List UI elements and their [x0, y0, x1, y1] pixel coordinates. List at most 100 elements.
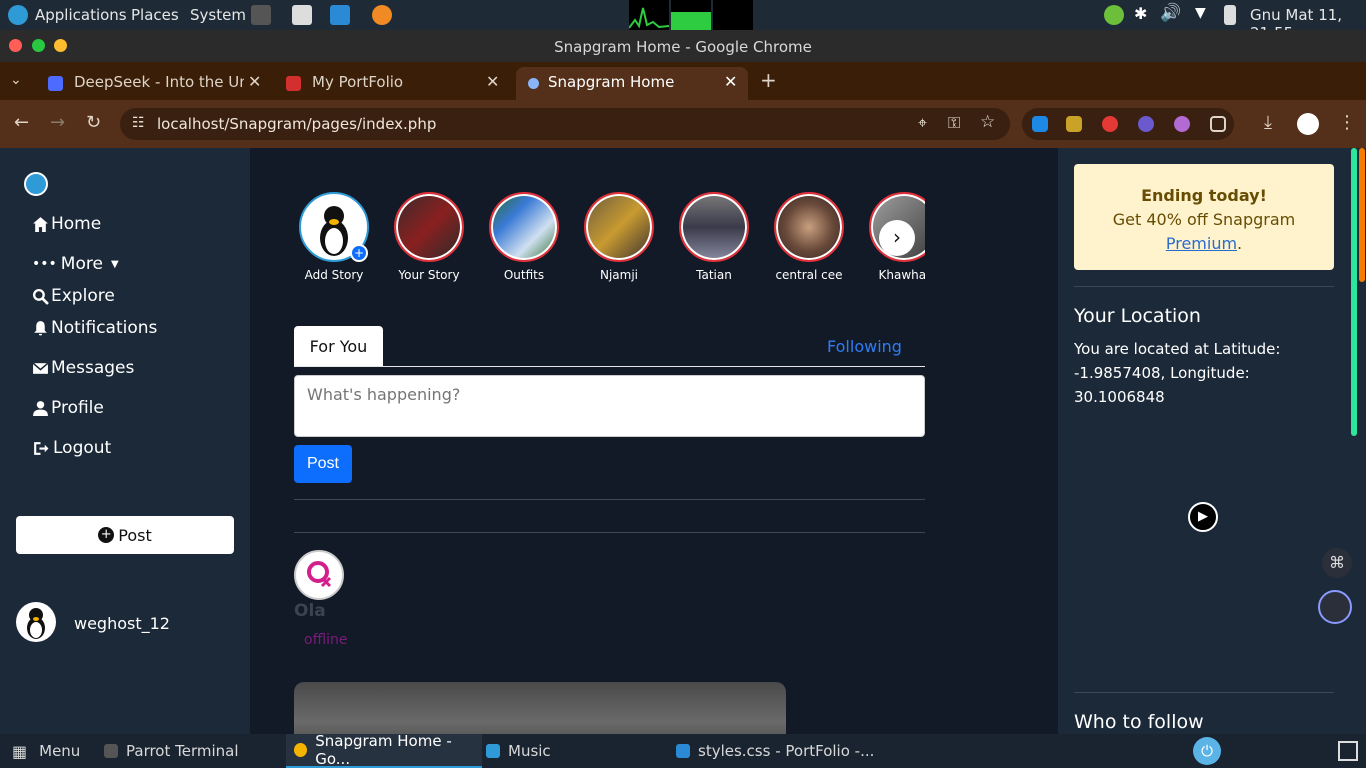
story-item[interactable]: Njamji [574, 192, 664, 282]
premium-link[interactable]: Premium [1166, 234, 1237, 253]
promo-text: Get 40% off Snapgram [1112, 210, 1296, 229]
task-music[interactable]: Music [486, 734, 551, 768]
extension-adblock-icon[interactable] [1102, 116, 1118, 132]
sidebar-item-logout[interactable]: Logout [32, 438, 111, 458]
new-tab-icon[interactable]: + [760, 68, 777, 92]
task-vscode[interactable]: styles.css - PortFolio -... [676, 734, 874, 768]
key-icon[interactable]: ⚿ [948, 113, 960, 133]
apps-grid-icon[interactable]: ⌘ [1322, 548, 1352, 578]
bluetooth-icon[interactable]: ✱ [1134, 4, 1154, 24]
post-author-name[interactable]: Ola [294, 601, 326, 621]
close-tab-icon[interactable]: ✕ [248, 72, 261, 91]
task-chrome[interactable]: Snapgram Home - Go... [286, 732, 482, 768]
update-icon[interactable] [1104, 5, 1124, 25]
task-parrot-terminal[interactable]: Parrot Terminal [104, 734, 239, 768]
vscode-launcher-icon[interactable] [330, 5, 350, 25]
story-item[interactable]: Tatian [669, 192, 759, 282]
sidebar-item-label: Profile [51, 398, 104, 418]
maximize-window-button[interactable] [32, 39, 45, 52]
back-icon[interactable]: ← [14, 112, 29, 133]
close-tab-icon[interactable]: ✕ [724, 72, 737, 91]
extension-translate-icon[interactable] [1032, 116, 1048, 132]
scrollbar-thumb[interactable] [1351, 148, 1357, 436]
compose-textarea[interactable] [294, 375, 925, 437]
window-titlebar: Snapgram Home - Google Chrome [0, 30, 1366, 62]
tab-portfolio[interactable]: My PortFolio ✕ [274, 67, 512, 100]
story-item[interactable]: Your Story [384, 192, 474, 282]
author-logo-icon [307, 561, 332, 588]
snapgram-logo-icon[interactable] [24, 172, 48, 196]
menu-button[interactable]: ▦ Menu [12, 734, 80, 768]
parrot-logo-icon[interactable] [8, 5, 28, 25]
tabs-divider [294, 366, 925, 367]
close-window-button[interactable] [9, 39, 22, 52]
reload-icon[interactable]: ↻ [86, 112, 101, 133]
wifi-icon[interactable]: ▼ [1195, 5, 1215, 25]
profile-avatar-icon[interactable] [1297, 113, 1319, 135]
bookmark-star-icon[interactable]: ☆ [980, 112, 995, 132]
story-name: Your Story [398, 268, 460, 282]
sidebar-item-label: Messages [51, 358, 135, 378]
post-author-avatar[interactable] [294, 550, 344, 600]
text-editor-launcher-icon[interactable] [292, 5, 312, 25]
location-pin-icon[interactable]: ⌖ [918, 113, 927, 133]
tab-following[interactable]: Following [827, 337, 902, 356]
sidebar-item-messages[interactable]: Messages [32, 358, 134, 378]
logout-icon [34, 441, 49, 455]
terminal-launcher-icon[interactable] [251, 5, 271, 25]
story-item[interactable]: Outfits [479, 192, 569, 282]
post-image[interactable] [294, 682, 786, 734]
avatar[interactable] [16, 602, 56, 642]
sidebar-item-more[interactable]: ••• More ▼ [32, 254, 119, 274]
envelope-icon [32, 362, 49, 374]
chrome-menu-icon[interactable]: ⋮ [1338, 112, 1356, 133]
sidebar-item-explore[interactable]: Explore [32, 286, 115, 306]
applications-menu[interactable]: Applications [35, 6, 127, 24]
address-bar[interactable]: ☷ localhost/Snapgram/pages/index.php ⌖ ⚿… [120, 108, 1010, 140]
firefox-launcher-icon[interactable] [372, 5, 392, 25]
task-label: Parrot Terminal [126, 742, 239, 760]
tab-deepseek[interactable]: DeepSeek - Into the Unkn ✕ [36, 67, 274, 100]
caret-down-icon: ▼ [110, 258, 119, 270]
extension-openai-icon[interactable] [1174, 116, 1190, 132]
tux-avatar-icon [27, 608, 45, 639]
story-item[interactable]: Add Story [294, 192, 379, 282]
extension-shield-icon[interactable] [1066, 116, 1082, 132]
stories-next-chevron-icon[interactable]: › [879, 220, 915, 256]
sidebar-post-button[interactable]: + Post [16, 516, 234, 554]
divider [294, 499, 925, 500]
current-username[interactable]: weghost_12 [74, 614, 170, 633]
assistant-bot-icon[interactable] [1318, 590, 1352, 624]
show-desktop-icon[interactable] [1338, 741, 1358, 761]
scrollbar-track[interactable] [1350, 148, 1366, 734]
deepseek-favicon-icon [48, 76, 63, 91]
bell-icon [34, 320, 47, 335]
sidebar-item-profile[interactable]: Profile [32, 398, 104, 418]
volume-icon[interactable]: 🔊 [1160, 3, 1181, 23]
story-item[interactable]: central cee [764, 192, 854, 282]
system-menu[interactable]: System [190, 6, 246, 24]
power-icon[interactable]: ⏻ [1193, 737, 1221, 765]
tab-for-you[interactable]: For You [294, 326, 383, 367]
tab-search-chevron-icon[interactable]: ⌄ [10, 72, 22, 88]
flag-marker-icon[interactable]: ▶ [1188, 502, 1218, 532]
places-menu[interactable]: Places [131, 6, 179, 24]
url-text[interactable]: localhost/Snapgram/pages/index.php [157, 115, 436, 133]
sidebar-item-label: Home [51, 214, 102, 234]
battery-icon[interactable] [1224, 5, 1236, 25]
sidebar-item-notifications[interactable]: Notifications [32, 318, 157, 338]
scrollbar-thumb-secondary[interactable] [1359, 148, 1365, 282]
extensions-puzzle-icon[interactable] [1210, 116, 1226, 132]
download-icon[interactable]: ⤓ [1264, 112, 1272, 133]
memory-monitor-graph [671, 0, 711, 30]
site-info-icon[interactable]: ☷ [132, 115, 145, 131]
forward-icon[interactable]: → [50, 112, 65, 133]
compose-post-button[interactable]: Post [294, 445, 352, 483]
add-story-plus-icon[interactable]: + [350, 244, 368, 262]
sidebar-item-home[interactable]: Home [32, 214, 101, 234]
close-tab-icon[interactable]: ✕ [486, 72, 499, 91]
extension-bot-icon[interactable] [1138, 116, 1154, 132]
tab-snapgram[interactable]: Snapgram Home ✕ [516, 67, 748, 100]
minimize-window-button[interactable] [54, 39, 67, 52]
location-text: You are located at Latitude: -1.9857408,… [1074, 340, 1281, 406]
